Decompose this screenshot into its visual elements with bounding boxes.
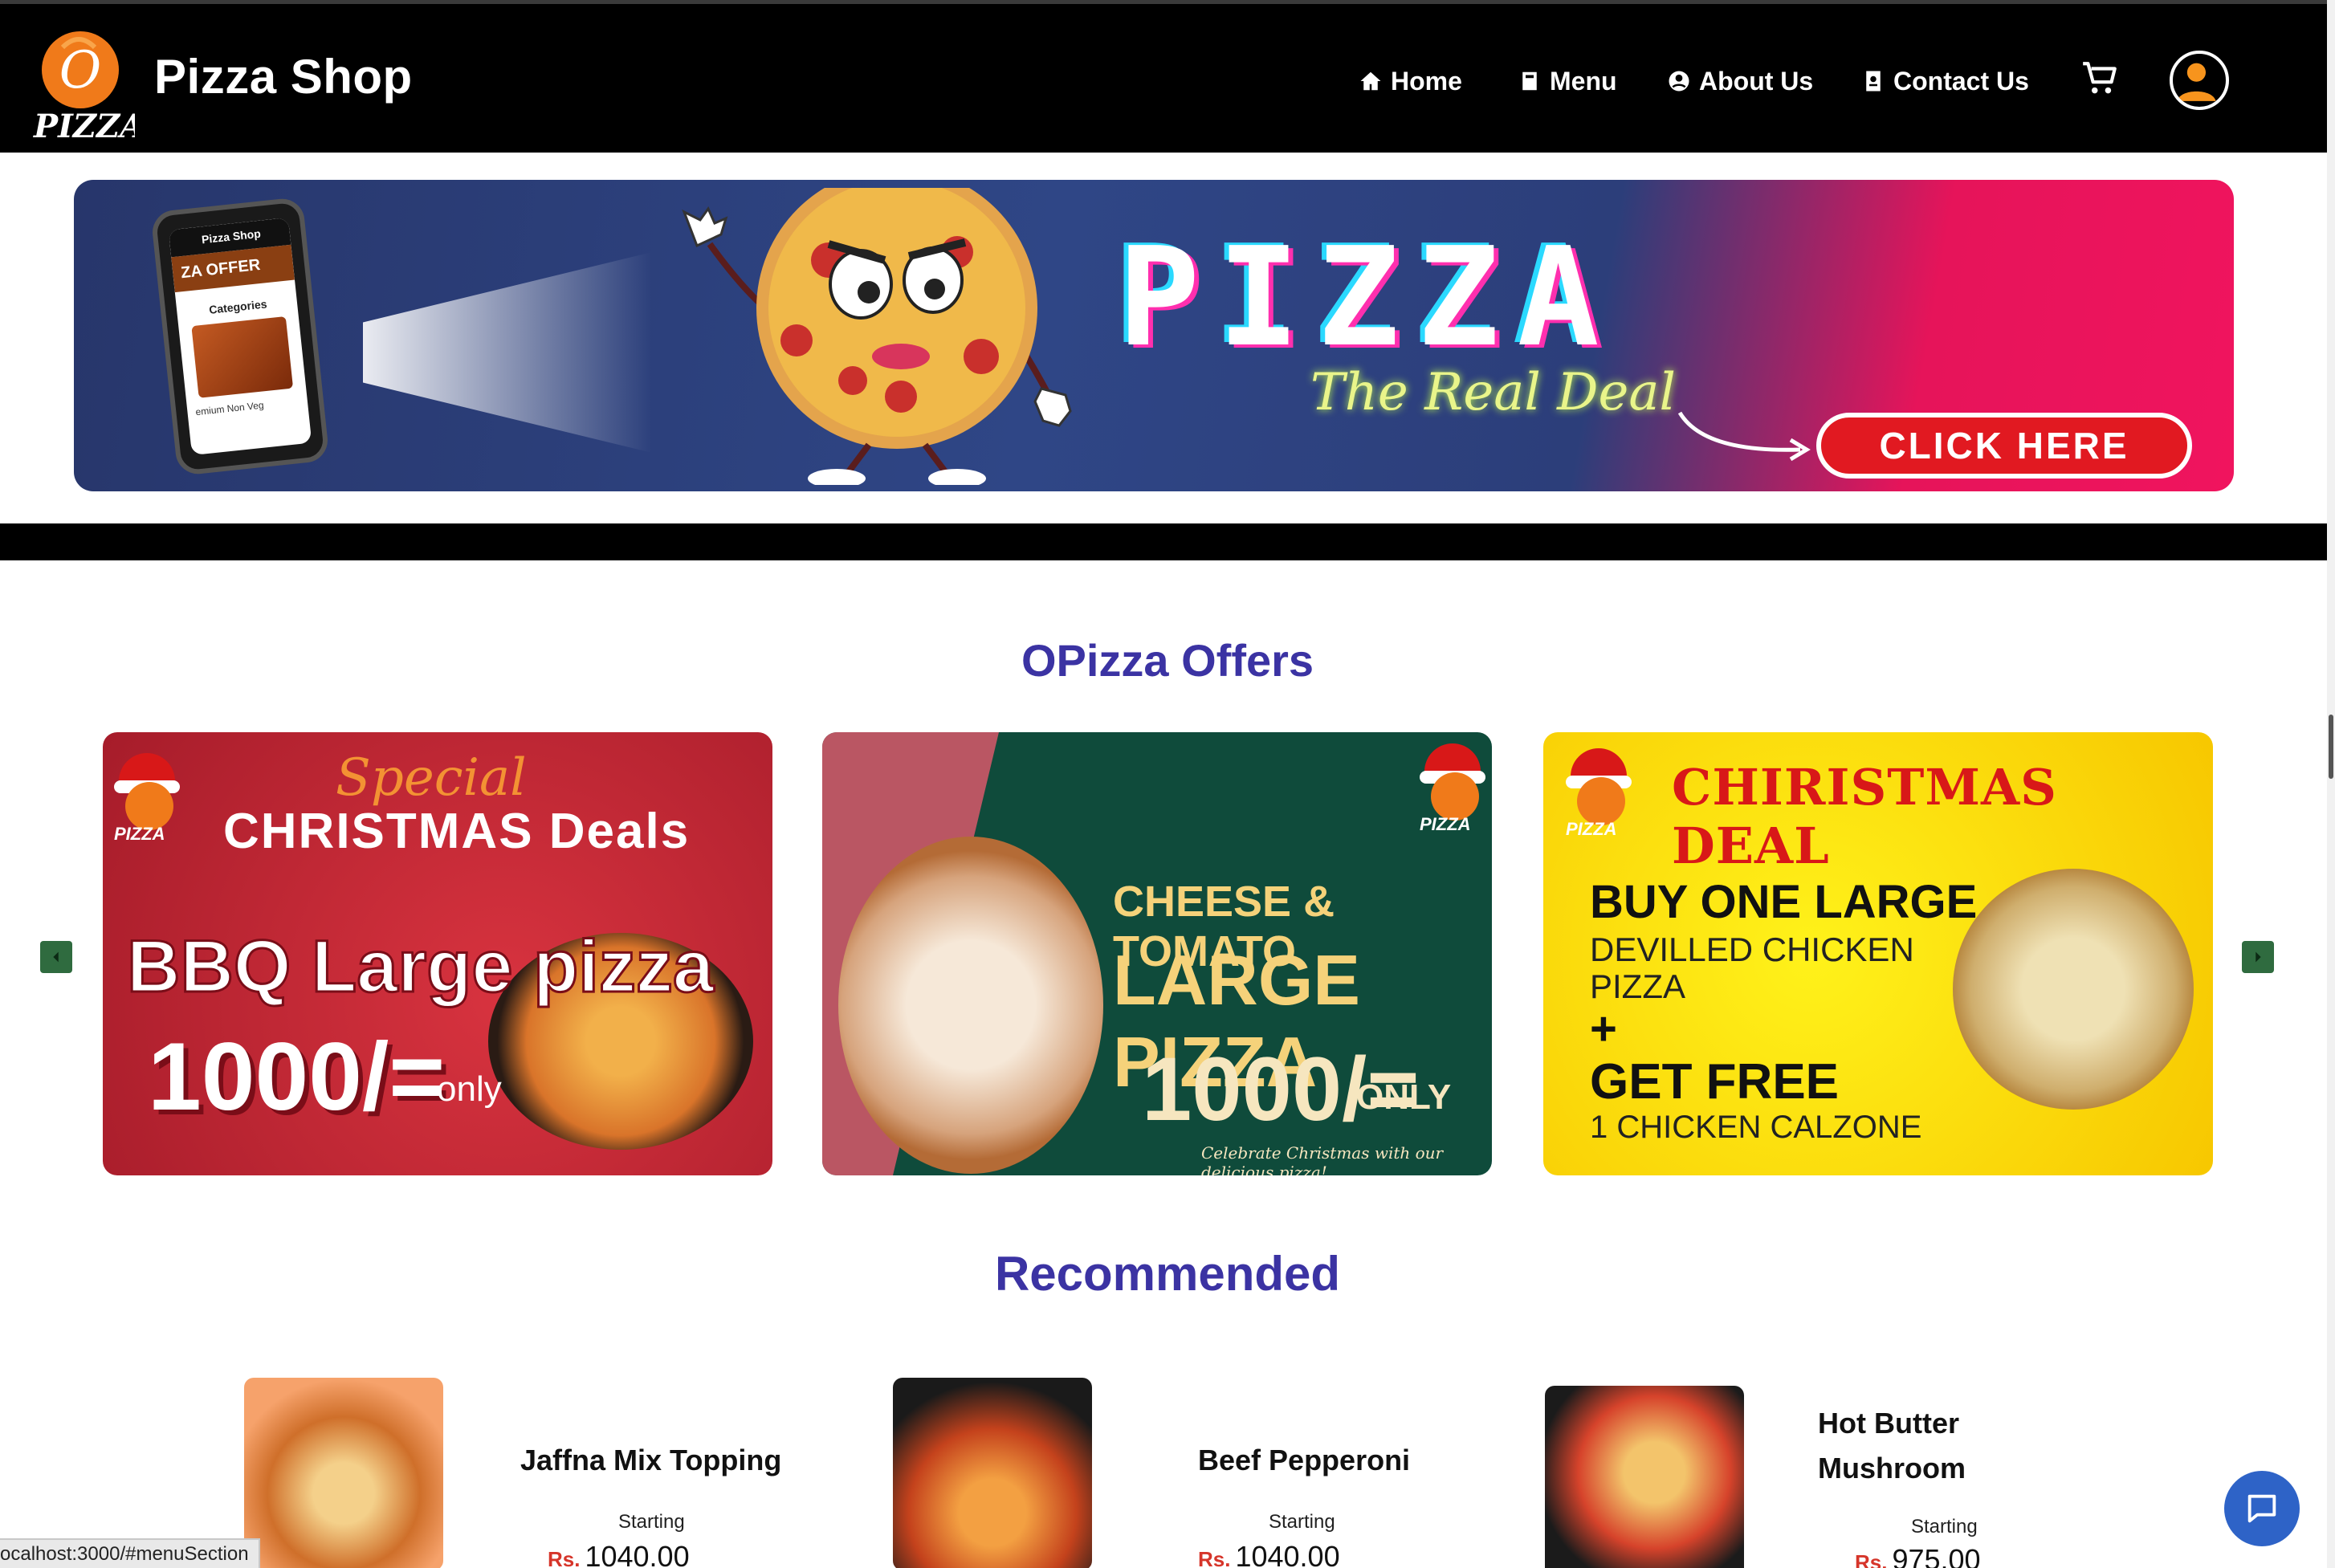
address-book-icon — [1866, 71, 1881, 92]
status-bar-url: ocalhost:3000/#menuSection — [0, 1538, 260, 1568]
offer3-plus: + — [1590, 1003, 1617, 1055]
brand-name[interactable]: Pizza Shop — [154, 49, 413, 104]
nav-about[interactable]: About Us — [1667, 63, 1813, 99]
nav-menu-label: Menu — [1550, 66, 1617, 96]
scrollbar-track[interactable] — [2327, 0, 2335, 1568]
offer1-special: Special — [336, 748, 527, 808]
phone-mockup: Pizza Shop ZA OFFER Categories emium Non… — [150, 196, 330, 477]
offer2-suffix: ONLY — [1356, 1077, 1452, 1117]
currency-label: Rs. — [1855, 1550, 1888, 1568]
product-image-jaffna[interactable] — [244, 1378, 443, 1568]
nav-home[interactable]: Home — [1359, 63, 1462, 99]
user-circle-icon — [1669, 71, 1689, 92]
home-icon — [1360, 71, 1381, 91]
book-icon — [1522, 71, 1537, 91]
divider-strip — [0, 523, 2327, 560]
recommended-title: Recommended — [994, 1247, 1341, 1301]
nav-home-label: Home — [1391, 66, 1462, 96]
carousel-next-button[interactable] — [2242, 941, 2274, 973]
santa-logo-icon: PIZZA — [111, 753, 188, 844]
arrow-icon — [1677, 411, 1811, 462]
click-here-button[interactable]: CLICK HERE — [1816, 413, 2192, 479]
offer3-title: CHIRISTMAS DEAL — [1672, 758, 2057, 875]
offer3-line2a: DEVILLED CHICKEN — [1590, 931, 1914, 968]
product-price: Rs. 975.00 — [1855, 1543, 1981, 1568]
offer1-product: BBQ Large pizza — [125, 925, 715, 1009]
product-price: Rs. 1040.00 — [548, 1540, 690, 1568]
nav-menu[interactable]: Menu — [1518, 63, 1617, 99]
phone-footer: emium Non Veg — [194, 399, 265, 418]
scrollbar-thumb[interactable] — [2329, 715, 2333, 779]
spotlight-beam — [363, 252, 652, 453]
navbar: O PIZZA Pizza Shop Home Menu About Us Co… — [0, 0, 2327, 153]
product-name-line2[interactable]: Mushroom — [1818, 1452, 1966, 1485]
carousel-prev-button[interactable] — [40, 941, 72, 973]
offer3-line4: GET FREE — [1590, 1054, 1840, 1110]
currency-label: Rs. — [1198, 1547, 1231, 1568]
offer1-deals: CHRISTMAS Deals — [223, 804, 691, 859]
product-image-hot-butter-mushroom[interactable] — [1545, 1386, 1744, 1568]
santa-logo-icon: PIZZA — [1563, 748, 1640, 839]
offer3-line5: 1 CHICKEN CALZONE — [1590, 1110, 1922, 1145]
offer1-suffix: only — [437, 1069, 502, 1109]
offer-card-christmas-deal[interactable]: PIZZA CHIRISTMAS DEAL BUY ONE LARGE DEVI… — [1543, 732, 2213, 1175]
offer3-line2: DEVILLED CHICKEN PIZZA — [1590, 931, 1914, 1005]
banner-headline: PIZZA — [1118, 218, 1617, 377]
price-value: 975.00 — [1892, 1543, 1981, 1568]
svg-text:PIZZA: PIZZA — [33, 108, 135, 144]
product-name[interactable]: Beef Pepperoni — [1198, 1444, 1410, 1477]
phone-card-image — [191, 316, 294, 398]
banner-tagline: The Real Deal — [1310, 363, 1676, 422]
cart-icon[interactable] — [2080, 59, 2120, 99]
offer3-pizza-image — [1953, 869, 2194, 1110]
chevron-right-icon — [2256, 951, 2261, 963]
offer-card-cheese-tomato[interactable]: PIZZA CHEESE & TOMATO LARGE PIZZA 1000/=… — [822, 732, 1492, 1175]
hero-banner[interactable]: Pizza Shop ZA OFFER Categories emium Non… — [74, 180, 2234, 491]
offer2-footer: Celebrate Christmas with our delicious p… — [1201, 1143, 1444, 1175]
product-starting-label: Starting — [1269, 1511, 1335, 1533]
offer3-line1: BUY ONE LARGE — [1590, 876, 1978, 928]
product-starting-label: Starting — [618, 1511, 685, 1533]
profile-avatar[interactable] — [2170, 51, 2229, 110]
svg-text:O: O — [59, 41, 101, 100]
product-name[interactable]: Jaffna Mix Topping — [520, 1444, 781, 1477]
price-value: 1040.00 — [585, 1540, 690, 1568]
brand-logo[interactable]: O PIZZA — [31, 23, 135, 144]
nav-contact[interactable]: Contact Us — [1861, 63, 2029, 99]
nav-contact-label: Contact Us — [1893, 66, 2029, 96]
avatar-icon — [2177, 63, 2216, 101]
chat-bubble-icon — [2247, 1494, 2276, 1523]
product-image-beef-pepperoni[interactable] — [893, 1378, 1092, 1568]
offers-title: OPizza Offers — [1021, 635, 1314, 686]
product-starting-label: Starting — [1911, 1516, 1978, 1537]
santa-logo-icon: PIZZA — [1416, 743, 1492, 834]
price-value: 1040.00 — [1235, 1540, 1340, 1568]
product-name-line1[interactable]: Hot Butter — [1818, 1407, 1959, 1440]
offer-card-bbq[interactable]: PIZZA Special CHRISTMAS Deals BBQ Large … — [103, 732, 772, 1175]
pizza-mascot-illustration — [682, 188, 1072, 485]
offer1-price: 1000/= — [148, 1023, 446, 1130]
currency-label: Rs. — [548, 1547, 581, 1568]
offer3-line2b: PIZZA — [1590, 967, 1686, 1005]
chevron-left-icon — [53, 951, 59, 963]
nav-about-label: About Us — [1699, 66, 1814, 96]
chat-button[interactable] — [2224, 1471, 2300, 1546]
product-price: Rs. 1040.00 — [1198, 1540, 1340, 1568]
offer2-pizza-image — [838, 837, 1103, 1174]
